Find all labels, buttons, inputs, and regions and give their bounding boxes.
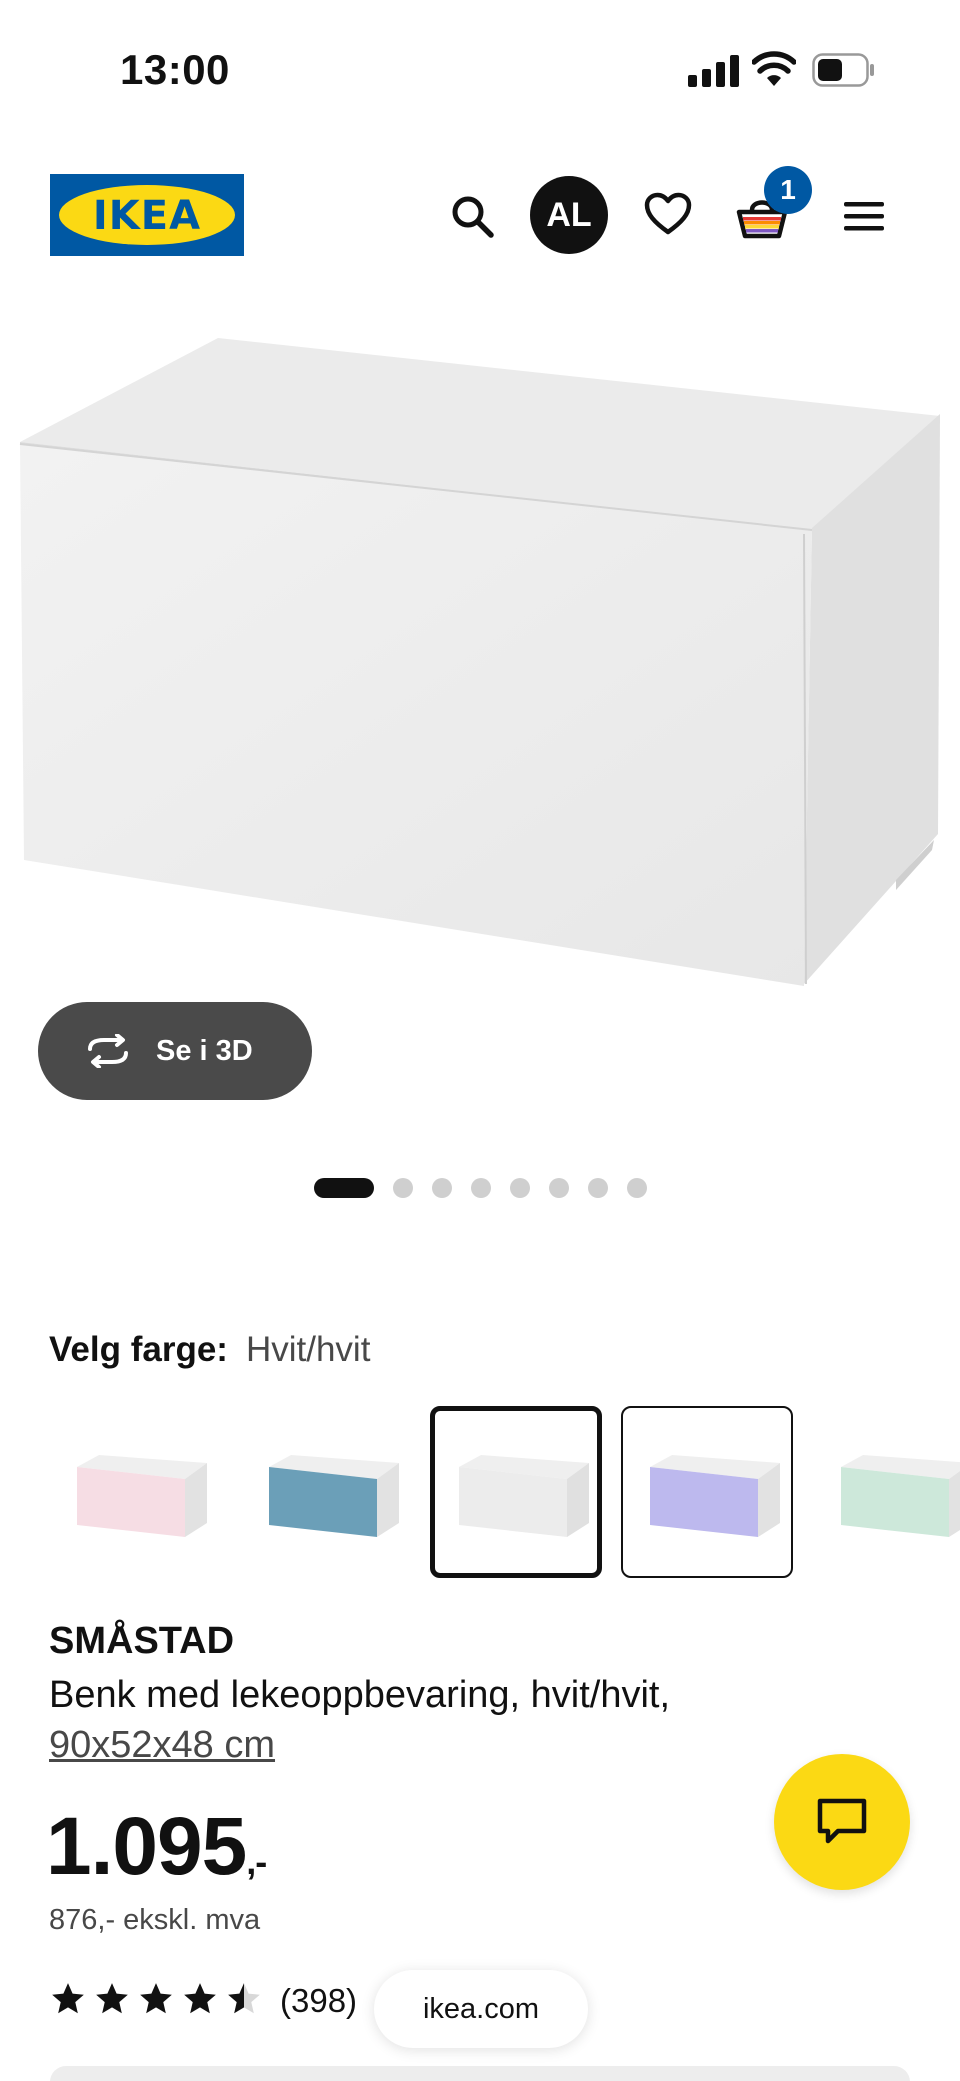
avatar-initials: AL — [546, 195, 592, 234]
view-3d-label: Se i 3D — [156, 1034, 253, 1067]
view-3d-button[interactable]: Se i 3D — [38, 1002, 312, 1100]
carousel-dot[interactable] — [471, 1178, 491, 1198]
colour-swatch-white[interactable] — [430, 1406, 602, 1578]
price-value: 1.095 — [46, 1801, 247, 1892]
menu-button[interactable] — [836, 188, 892, 244]
carousel-dot[interactable] — [432, 1178, 452, 1198]
colour-picker-selected-value: Hvit/hvit — [245, 1330, 371, 1369]
carousel-dot[interactable] — [510, 1178, 530, 1198]
rating-stars[interactable] — [49, 1980, 263, 2018]
heart-icon — [644, 192, 692, 235]
battery-icon — [812, 53, 874, 87]
wifi-icon — [752, 51, 796, 86]
carousel-dot[interactable] — [314, 1178, 374, 1198]
product-page: 13:00 IKEA AL 1 Se i 3D Velg farge: Hvit… — [0, 0, 960, 2081]
search-icon — [452, 196, 494, 238]
carousel-dot[interactable] — [588, 1178, 608, 1198]
swatch-thumbnail — [459, 1455, 589, 1537]
carousel-dot[interactable] — [393, 1178, 413, 1198]
swatch-thumbnail — [269, 1455, 399, 1537]
product-description-text: Benk med lekeoppbevaring, hvit/hvit, — [49, 1674, 671, 1716]
rotate-3d-icon — [88, 1034, 128, 1068]
swatch-thumbnail — [77, 1455, 207, 1537]
price-suffix: ,- — [246, 1841, 267, 1882]
product-description: Benk med lekeoppbevaring, hvit/hvit, 90x… — [49, 1670, 769, 1770]
star-full-icon — [52, 1983, 84, 2014]
browser-url-pill[interactable]: ikea.com — [374, 1970, 588, 2048]
hamburger-menu-icon — [844, 202, 884, 231]
colour-picker-key: Velg farge: — [49, 1330, 228, 1369]
status-time: 13:00 — [120, 46, 230, 93]
colour-picker-label: Velg farge: Hvit/hvit — [49, 1330, 370, 1370]
chat-button[interactable] — [774, 1754, 910, 1890]
wishlist-button[interactable] — [640, 186, 696, 242]
star-half-icon — [228, 1983, 260, 2014]
user-avatar-button[interactable]: AL — [530, 176, 608, 254]
star-full-icon — [140, 1983, 172, 2014]
bottom-sheet-edge — [50, 2066, 910, 2081]
product-name: SMÅSTAD — [49, 1620, 235, 1662]
star-full-icon — [184, 1983, 216, 2014]
status-bar: 13:00 — [0, 0, 960, 130]
image-carousel-indicator — [314, 1178, 647, 1198]
product-dimensions-link[interactable]: 90x52x48 cm — [49, 1724, 275, 1766]
colour-swatch-pink[interactable] — [48, 1406, 220, 1578]
search-button[interactable] — [444, 188, 500, 244]
star-full-icon — [96, 1983, 128, 2014]
colour-swatch-lilac[interactable] — [621, 1406, 793, 1578]
colour-swatch-mint[interactable] — [812, 1406, 960, 1578]
review-count[interactable]: (398) — [280, 1982, 357, 2020]
cart-count-badge: 1 — [764, 166, 812, 214]
price-excluding-vat: 876,- ekskl. mva — [49, 1904, 261, 1936]
cellular-signal-icon — [688, 55, 739, 87]
swatch-thumbnail — [650, 1455, 780, 1537]
svg-text:IKEA: IKEA — [93, 193, 201, 239]
chat-bubble-icon — [817, 1798, 867, 1844]
product-price: 1.095,- — [46, 1800, 267, 1894]
carousel-dot[interactable] — [627, 1178, 647, 1198]
product-image[interactable] — [0, 320, 960, 1000]
carousel-dot[interactable] — [549, 1178, 569, 1198]
ikea-logo[interactable]: IKEA — [50, 174, 244, 256]
colour-swatch-list — [0, 1406, 960, 1580]
site-header: IKEA AL — [0, 170, 960, 260]
swatch-thumbnail — [841, 1455, 960, 1537]
colour-swatch-blue[interactable] — [240, 1406, 412, 1578]
